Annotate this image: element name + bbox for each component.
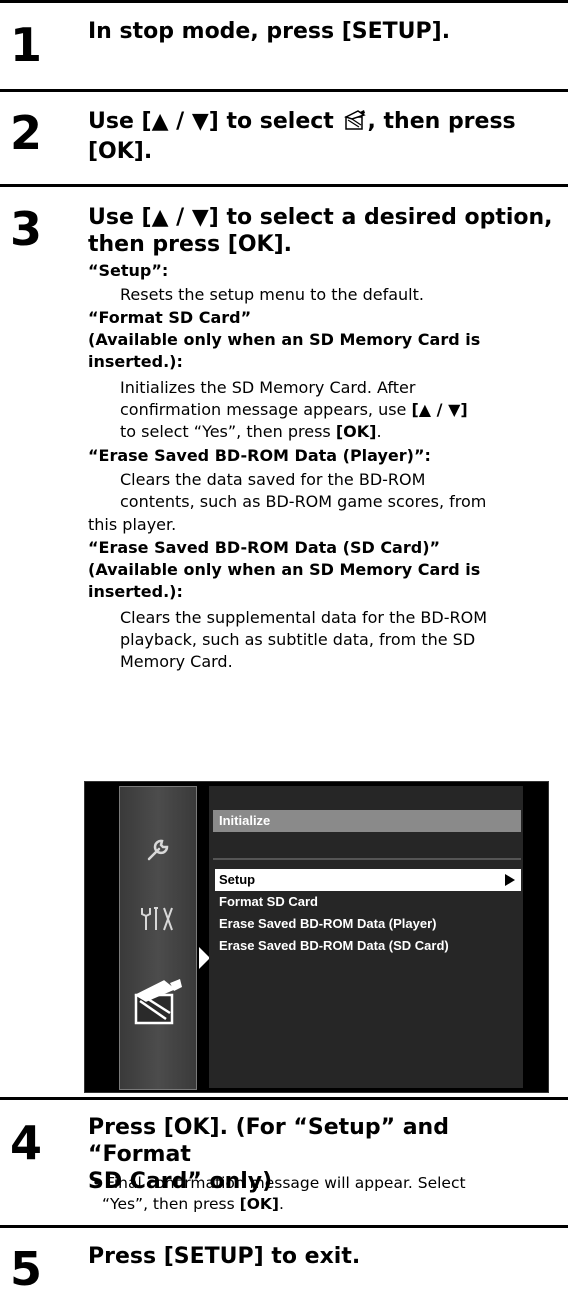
step-divider [0,0,568,3]
menu-option-label: Setup [219,872,256,887]
tools-icon [120,904,196,938]
step-divider [0,1225,568,1228]
option-description: Clears the supplemental data for the BD-… [120,607,565,673]
option-label-line: “Format SD Card” [88,308,252,327]
option-description: Resets the setup menu to the default. [120,285,424,304]
option-label-line: (Available only when an SD Memory Card i… [88,560,481,579]
step-number: 4 [10,1116,43,1170]
initialize-menu-screenshot: Initialize Setup Format SD Card Erase Sa… [84,781,549,1093]
description-line: Memory Card. [120,652,233,671]
description-line: Clears the supplemental data for the BD-… [120,608,488,627]
wrench-icon [120,835,196,869]
step-divider [0,1097,568,1100]
menu-option-format-sd-card[interactable]: Format SD Card [215,891,521,913]
step-heading-text: [OK]. [88,139,153,164]
description-line: confirmation message appears, use [120,400,407,419]
clapperboard-icon [343,109,366,138]
step-divider [0,184,568,187]
menu-option-erase-player[interactable]: Erase Saved BD-ROM Data (Player) [215,913,521,935]
option-label-line: “Erase Saved BD-ROM Data (SD Card)” [88,538,441,557]
option-label-line: (Available only when an SD Memory Card i… [88,330,481,349]
note-line: “Yes”, then press [102,1195,235,1213]
setup-category-sidebar [119,786,197,1090]
description-line: playback, such as subtitle data, from th… [120,630,476,649]
option-label: “Erase Saved BD-ROM Data (SD Card)” (Ava… [88,537,563,603]
option-label: “Setup”: [88,261,169,280]
step-heading-line: then press [OK]. [88,232,293,257]
step-divider [0,89,568,92]
menu-option-setup[interactable]: Setup [215,869,521,891]
description-line: contents, such as BD-ROM game scores, fr… [120,492,487,511]
option-label-line: inserted.): [88,582,183,601]
step-heading-text: , then press [367,109,516,134]
note-line: • Final confirmation message will appear… [92,1174,466,1192]
description-line: Clears the data saved for the BD-ROM [120,470,426,489]
step-heading: Use [▲ / ▼] to select a desired option, … [88,204,558,258]
step-number: 1 [10,18,43,72]
step-heading: Press [SETUP] to exit. [88,1244,361,1269]
option-label: “Format SD Card” (Available only when an… [88,307,563,373]
option-description-continuation: this player. [88,515,177,534]
step-heading: Use [▲ / ▼] to select , then press [OK]. [88,108,558,165]
clapperboard-icon [120,977,196,1031]
description-line: to select “Yes”, then press [120,422,331,441]
option-description: Clears the data saved for the BD-ROM con… [120,469,565,513]
step-heading-line: Use [▲ / ▼] to select a desired option, [88,205,553,230]
step-heading-line: Press [OK]. (For “Setup” and “Format [88,1115,449,1167]
key-label: [OK] [335,422,377,441]
key-label: [▲ / ▼] [411,400,468,419]
panel-divider [213,858,521,860]
submenu-arrow-icon [505,874,515,886]
step-number: 5 [10,1242,43,1296]
step-heading-text: Use [▲ / ▼] to select [88,109,334,134]
punctuation: . [376,422,382,441]
key-label: [OK] [239,1195,279,1213]
step-number: 2 [10,106,43,160]
step-number: 3 [10,202,43,256]
punctuation: . [278,1195,284,1213]
option-label-line: inserted.): [88,352,183,371]
panel-title: Initialize [213,810,521,832]
description-line: Initializes the SD Memory Card. After [120,378,416,397]
option-label: “Erase Saved BD-ROM Data (Player)”: [88,446,431,465]
step-heading: In stop mode, press [SETUP]. [88,19,451,44]
step-note: • Final confirmation message will appear… [92,1173,562,1215]
option-description: Initializes the SD Memory Card. After co… [120,377,565,443]
menu-option-erase-sd-card[interactable]: Erase Saved BD-ROM Data (SD Card) [215,935,521,957]
initialize-panel: Initialize Setup Format SD Card Erase Sa… [209,786,523,1088]
